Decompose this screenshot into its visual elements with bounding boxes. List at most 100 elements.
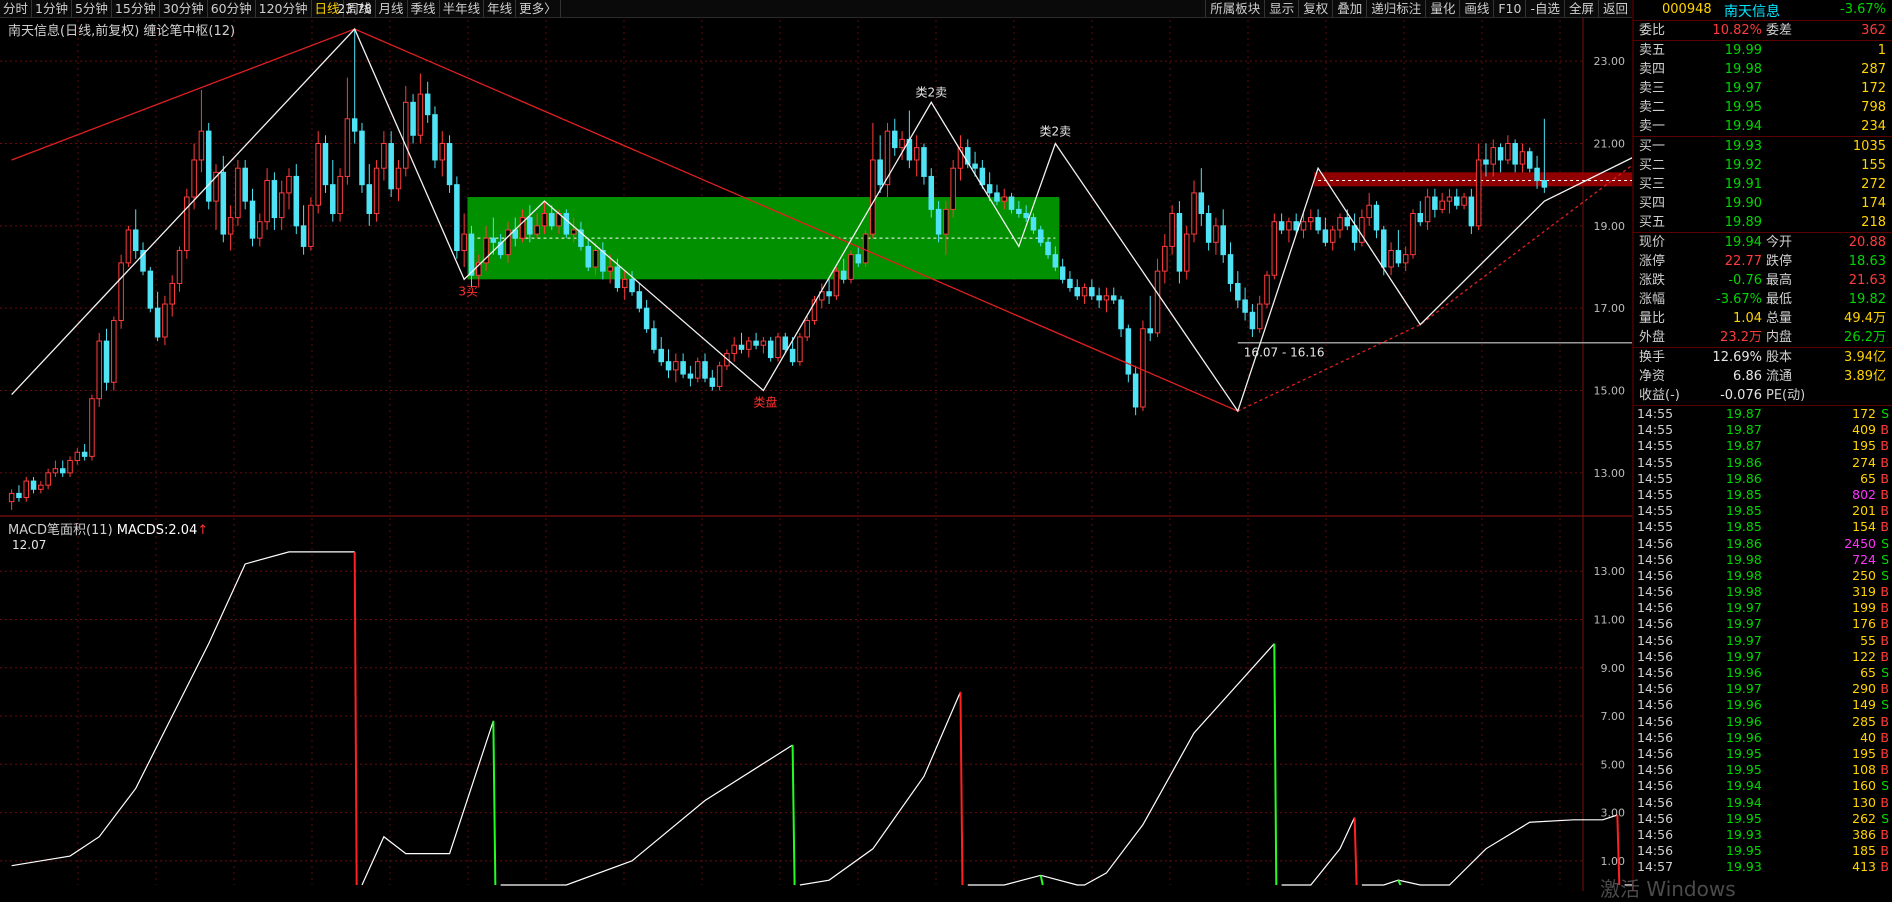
candle-body bbox=[344, 118, 351, 177]
candle-body bbox=[1395, 250, 1402, 264]
stat-label-2: 最低 bbox=[1766, 292, 1793, 307]
bid-row[interactable]: 买四 19.90 174 bbox=[1634, 194, 1892, 213]
candle-body bbox=[1249, 311, 1256, 330]
candle-body bbox=[607, 266, 613, 272]
tick-volume: 154 bbox=[1852, 519, 1876, 535]
tick-side: B bbox=[1880, 681, 1889, 697]
ask-volume: 1 bbox=[1877, 43, 1886, 58]
stat-value: -0.076 bbox=[1720, 388, 1762, 403]
high-price-label: 23.78 bbox=[338, 2, 372, 16]
candle-body bbox=[899, 138, 905, 149]
tick-time: 14:55 bbox=[1637, 503, 1674, 519]
macd-tick-label: 13.00 bbox=[1594, 565, 1626, 578]
stat-row: 涨停 22.77 跌停 18.63 bbox=[1634, 252, 1892, 271]
candle-body bbox=[308, 204, 314, 247]
candle-body bbox=[278, 192, 285, 219]
bid-label: 买三 bbox=[1639, 177, 1666, 192]
candle-body bbox=[1512, 143, 1518, 165]
candle-body bbox=[753, 340, 759, 346]
tick-row: 14:56 19.95 108 B bbox=[1634, 762, 1892, 778]
tick-price: 19.96 bbox=[1726, 729, 1762, 745]
tick-list[interactable]: 14:55 19.87 172 S 14:55 19.87 409 B 14:55 19.87 19… bbox=[1634, 406, 1892, 875]
candle-body bbox=[257, 221, 263, 239]
ask-row[interactable]: 卖四 19.98 287 bbox=[1634, 60, 1892, 79]
tick-volume: 285 bbox=[1852, 713, 1876, 729]
ask-row[interactable]: 卖三 19.97 172 bbox=[1634, 79, 1892, 98]
candle-body bbox=[694, 361, 701, 379]
tick-time: 14:55 bbox=[1637, 470, 1674, 486]
bid-price: 19.90 bbox=[1724, 196, 1762, 211]
candle-body bbox=[1322, 229, 1329, 243]
stat-label: 涨停 bbox=[1639, 254, 1666, 269]
macd-tick-label: 11.00 bbox=[1594, 613, 1626, 626]
candle-body bbox=[1308, 217, 1314, 223]
candle-body bbox=[45, 472, 51, 486]
range-label: 16.07 - 16.16 bbox=[1244, 346, 1325, 360]
tick-price: 19.86 bbox=[1726, 454, 1762, 470]
bid-row[interactable]: 买三 19.91 272 bbox=[1634, 175, 1892, 194]
stat-label-2: 内盘 bbox=[1766, 330, 1793, 345]
tick-volume: 65 bbox=[1860, 665, 1876, 680]
candle-body bbox=[1147, 328, 1153, 334]
windows-activation-watermark: 激活 Windows bbox=[1600, 877, 1736, 901]
price-tick-label: 19.00 bbox=[1594, 220, 1626, 233]
candle-body bbox=[505, 229, 511, 256]
tick-row: 14:56 19.98 724 S bbox=[1634, 552, 1892, 568]
tick-side: B bbox=[1880, 519, 1889, 535]
candle-body bbox=[541, 212, 548, 227]
candle-body bbox=[176, 250, 183, 284]
tick-row: 14:55 19.85 154 B bbox=[1634, 519, 1892, 535]
bid-row[interactable]: 买二 19.92 155 bbox=[1634, 156, 1892, 175]
stat-value: 6.86 bbox=[1733, 369, 1762, 384]
bid-row[interactable]: 买一 19.93 1035 bbox=[1634, 137, 1892, 156]
candle-body bbox=[454, 184, 460, 252]
tick-price: 19.85 bbox=[1726, 503, 1762, 519]
tick-price: 19.95 bbox=[1726, 843, 1762, 859]
macd-spike bbox=[353, 551, 358, 886]
candle-body bbox=[1235, 282, 1241, 301]
ask-row[interactable]: 卖二 19.95 798 bbox=[1634, 98, 1892, 117]
candle-body bbox=[373, 167, 380, 214]
candle-body bbox=[1381, 229, 1387, 268]
candle-body bbox=[1198, 192, 1205, 214]
stat-label: 收益(-) bbox=[1639, 388, 1680, 403]
stat-label: 涨跌 bbox=[1639, 273, 1666, 288]
candle-body bbox=[1037, 229, 1044, 243]
price-tick-label: 17.00 bbox=[1594, 302, 1626, 315]
candle-body bbox=[1162, 245, 1168, 272]
candle-body bbox=[1373, 204, 1380, 231]
tick-price: 19.98 bbox=[1726, 567, 1762, 583]
stat-value-2: 18.63 bbox=[1848, 254, 1886, 269]
tick-price: 19.86 bbox=[1726, 535, 1762, 551]
stat-value-2: 3.89亿 bbox=[1844, 369, 1886, 384]
ask-row[interactable]: 卖一 19.94 234 bbox=[1634, 117, 1892, 136]
candle-body bbox=[862, 233, 869, 264]
candle-body bbox=[782, 336, 789, 350]
candle-body bbox=[1001, 196, 1008, 202]
candle-body bbox=[1461, 196, 1467, 206]
stat-row: 收益(-) -0.076 PE(动) bbox=[1634, 386, 1892, 405]
tick-row: 14:55 19.86 65 B bbox=[1634, 471, 1892, 487]
candle-body bbox=[1045, 241, 1051, 256]
quote-header[interactable]: 000948 南天信息 -3.67% bbox=[1634, 0, 1892, 21]
candle-body bbox=[191, 159, 197, 198]
tick-price: 19.97 bbox=[1726, 632, 1762, 648]
tick-side: B bbox=[1880, 600, 1889, 616]
candle-body bbox=[1417, 212, 1424, 223]
tick-time: 14:56 bbox=[1637, 535, 1674, 551]
candle-body bbox=[300, 225, 307, 247]
tick-volume: 130 bbox=[1852, 794, 1876, 810]
tick-row: 14:56 19.93 386 B bbox=[1634, 827, 1892, 843]
tick-price: 19.97 bbox=[1726, 616, 1762, 632]
tick-side: B bbox=[1880, 843, 1889, 859]
bid-row[interactable]: 买五 19.89 218 bbox=[1634, 213, 1892, 232]
tick-volume: 185 bbox=[1852, 843, 1876, 859]
macd-tick-label: 9.00 bbox=[1601, 662, 1626, 675]
tick-time: 14:55 bbox=[1637, 454, 1674, 470]
candle-body bbox=[410, 101, 416, 136]
tick-volume: 2450 bbox=[1844, 535, 1876, 551]
candle-body bbox=[446, 143, 453, 186]
tick-side: B bbox=[1880, 762, 1889, 778]
candle-body bbox=[614, 266, 621, 289]
ask-row[interactable]: 卖五 19.99 1 bbox=[1634, 41, 1892, 60]
